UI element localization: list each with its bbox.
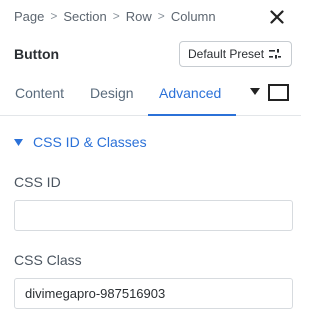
breadcrumb-item-row[interactable]: Row [126,9,152,24]
tab-content[interactable]: Content [15,85,64,101]
preset-dropdown-button[interactable]: Default Preset [179,41,292,67]
css-class-input[interactable] [14,278,293,309]
preset-label: Default Preset [188,47,265,61]
tab-design[interactable]: Design [90,85,134,101]
view-mode-icon[interactable] [268,84,289,101]
settings-tabs: Content Design Advanced [0,72,301,116]
section-title: CSS ID & Classes [33,134,147,150]
close-button[interactable] [268,8,286,26]
close-icon [270,10,284,24]
breadcrumb-separator: > [157,9,165,23]
tab-advanced[interactable]: Advanced [159,85,221,101]
active-tab-indicator [148,114,236,116]
css-id-input[interactable] [14,200,293,231]
breadcrumb: Page > Section > Row > Column [14,8,216,24]
module-title: Button [14,46,60,62]
css-class-label: CSS Class [14,252,82,268]
css-id-label: CSS ID [14,174,61,190]
breadcrumb-separator: > [112,9,120,23]
caret-down-icon [250,88,260,95]
section-toggle-css-id-classes[interactable]: CSS ID & Classes [14,134,147,150]
more-tabs-button[interactable] [250,88,260,95]
preset-settings-icon [269,49,282,59]
breadcrumb-item-column[interactable]: Column [171,9,216,24]
breadcrumb-item-section[interactable]: Section [63,9,106,24]
breadcrumb-item-page[interactable]: Page [14,9,44,24]
caret-down-icon [14,138,23,146]
breadcrumb-separator: > [50,9,58,23]
